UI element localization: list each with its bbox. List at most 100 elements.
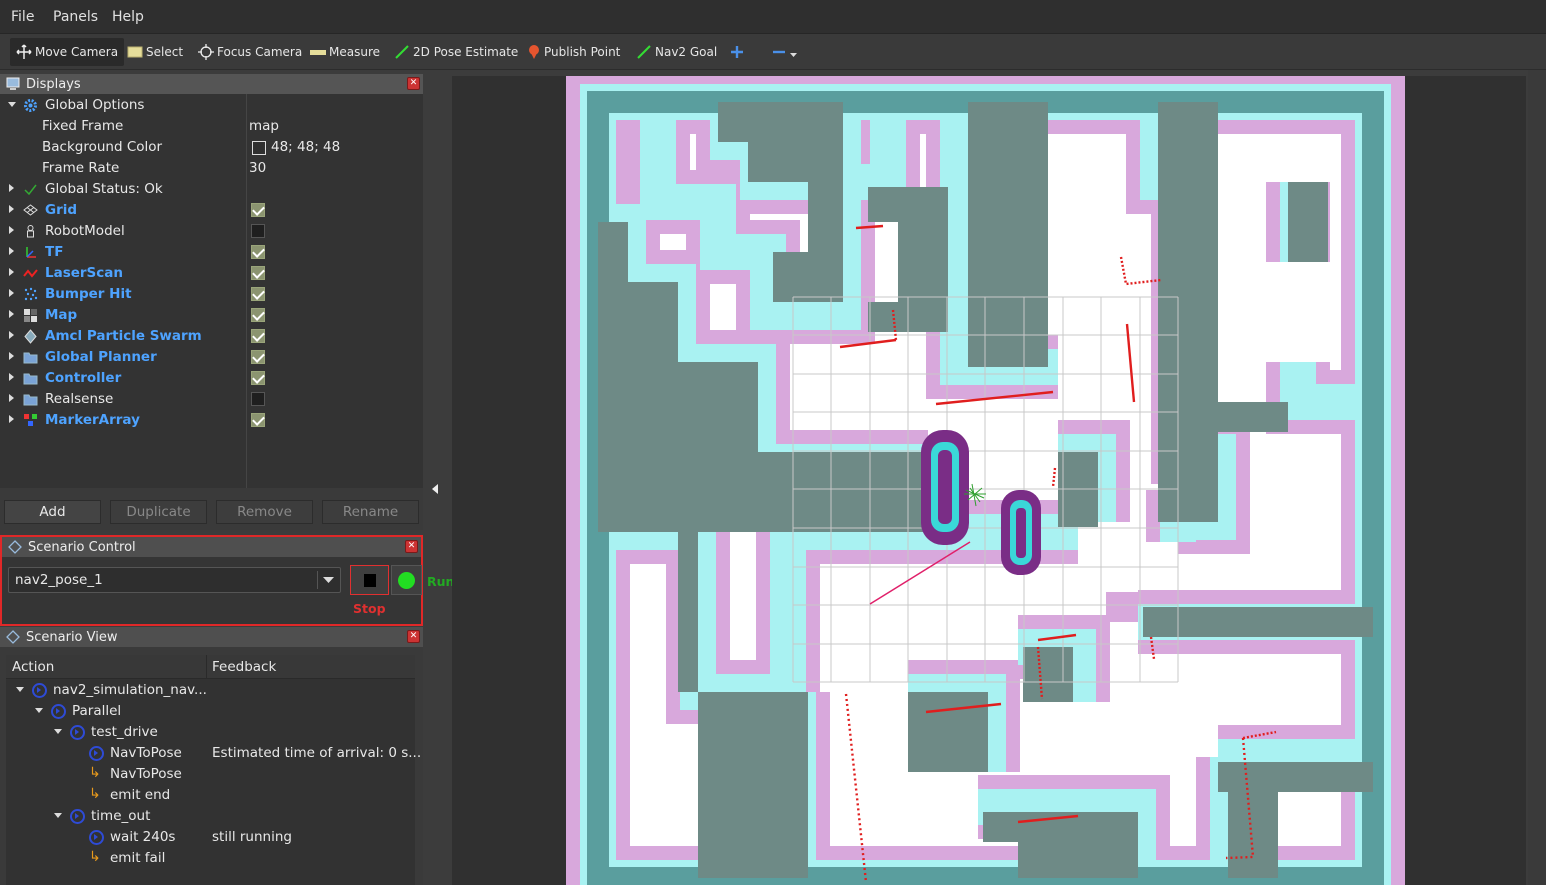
- background-color-value[interactable]: 48; 48; 48: [271, 139, 340, 155]
- expand-arrow-icon[interactable]: [9, 310, 14, 318]
- expand-arrow-icon[interactable]: [9, 394, 14, 402]
- expand-arrow-icon[interactable]: [9, 247, 14, 255]
- display-checkbox[interactable]: [251, 287, 265, 301]
- scenario-tree-header: Action Feedback: [6, 655, 415, 679]
- display-item-robotmodel[interactable]: RobotModel: [0, 221, 423, 242]
- measure-tool[interactable]: Measure: [304, 38, 386, 66]
- expand-arrow-icon[interactable]: [9, 373, 14, 381]
- expand-arrow-icon[interactable]: [9, 268, 14, 276]
- tree-row-wait[interactable]: wait 240s still running: [0, 827, 415, 848]
- select-tool[interactable]: Select: [121, 38, 189, 66]
- fixed-frame-label: Fixed Frame: [42, 118, 124, 134]
- stop-button[interactable]: [350, 565, 389, 595]
- chevron-down-icon: [323, 577, 334, 583]
- expand-arrow-icon[interactable]: [9, 226, 14, 234]
- display-item-tf[interactable]: TF: [0, 242, 423, 263]
- toolbar: Move Camera Select Focus Camera Measure …: [0, 34, 1546, 70]
- display-item-realsense[interactable]: Realsense: [0, 389, 423, 410]
- duplicate-button[interactable]: Duplicate: [110, 500, 207, 524]
- tree-label: time_out: [91, 808, 151, 824]
- render-viewport[interactable]: [452, 76, 1526, 885]
- display-item-amcl-particle-swarm[interactable]: Amcl Particle Swarm: [0, 326, 423, 347]
- global-status-row[interactable]: Global Status: Ok: [0, 179, 423, 200]
- display-item-markerarray[interactable]: MarkerArray: [0, 410, 423, 431]
- expand-arrow-icon[interactable]: [9, 331, 14, 339]
- display-checkbox[interactable]: [251, 413, 265, 427]
- move-camera-tool[interactable]: Move Camera: [10, 38, 125, 66]
- frame-rate-row[interactable]: Frame Rate 30: [0, 158, 423, 179]
- tree-row-test-drive[interactable]: test_drive: [0, 722, 415, 743]
- gear-icon: [24, 99, 37, 112]
- display-item-laserscan[interactable]: LaserScan: [0, 263, 423, 284]
- scenario-view-close-button[interactable]: ✕: [407, 630, 420, 643]
- display-checkbox[interactable]: [251, 203, 265, 217]
- scenario-control-close-button[interactable]: ✕: [405, 540, 418, 553]
- tree-row-navtopose-2[interactable]: ↳ NavToPose: [0, 764, 415, 785]
- color-swatch[interactable]: [252, 141, 266, 155]
- display-checkbox[interactable]: [251, 392, 265, 406]
- display-checkbox[interactable]: [251, 245, 265, 259]
- expand-arrow-icon[interactable]: [9, 205, 14, 213]
- remove-tool-button[interactable]: [766, 38, 807, 66]
- displays-close-button[interactable]: ✕: [407, 77, 420, 90]
- expand-arrow-icon[interactable]: [9, 352, 14, 360]
- select-icon: [127, 46, 143, 58]
- col-action[interactable]: Action: [12, 659, 54, 675]
- tree-row-navtopose-1[interactable]: NavToPose Estimated time of arrival: 0 s…: [0, 743, 421, 764]
- grid-icon: [23, 204, 38, 216]
- display-checkbox[interactable]: [251, 350, 265, 364]
- display-item-controller[interactable]: Controller: [0, 368, 423, 389]
- tree-label: wait 240s: [110, 829, 176, 845]
- menu-file[interactable]: File: [11, 9, 34, 25]
- publish-point-tool[interactable]: Publish Point: [521, 38, 626, 66]
- display-label: Bumper Hit: [45, 286, 132, 302]
- frame-rate-value[interactable]: 30: [249, 160, 266, 176]
- expand-arrow-icon[interactable]: [9, 415, 14, 423]
- display-checkbox[interactable]: [251, 308, 265, 322]
- expand-arrow-icon[interactable]: [8, 102, 16, 107]
- display-label: LaserScan: [45, 265, 124, 281]
- display-item-map[interactable]: Map: [0, 305, 423, 326]
- fixed-frame-row[interactable]: Fixed Frame map: [0, 116, 423, 137]
- expand-arrow-icon[interactable]: [54, 813, 62, 818]
- nav2-goal-icon: [637, 45, 651, 59]
- display-item-bumper-hit[interactable]: Bumper Hit: [0, 284, 423, 305]
- tree-feedback: still running: [212, 829, 292, 845]
- select-divider: [317, 571, 318, 589]
- menu-panels[interactable]: Panels: [53, 9, 98, 25]
- nav2-goal-tool[interactable]: Nav2 Goal: [630, 38, 723, 66]
- rename-button[interactable]: Rename: [322, 500, 419, 524]
- pose-estimate-tool[interactable]: 2D Pose Estimate: [388, 38, 524, 66]
- expand-arrow-icon[interactable]: [35, 708, 43, 713]
- focus-camera-tool[interactable]: Focus Camera: [192, 38, 308, 66]
- tree-row-time-out[interactable]: time_out: [0, 806, 415, 827]
- fixed-frame-value[interactable]: map: [249, 118, 279, 134]
- event-hook-icon: ↳: [89, 765, 101, 781]
- col-feedback[interactable]: Feedback: [212, 659, 276, 675]
- tree-row-parallel[interactable]: Parallel: [0, 701, 415, 722]
- tree-row-root[interactable]: nav2_simulation_nav...: [0, 680, 415, 701]
- tree-row-emit-end[interactable]: ↳ emit end: [0, 785, 415, 806]
- global-options-row[interactable]: Global Options: [0, 95, 423, 116]
- scenario-select[interactable]: nav2_pose_1: [8, 567, 341, 593]
- occupancy-map[interactable]: [452, 76, 1526, 885]
- expand-arrow-icon[interactable]: [9, 289, 14, 297]
- background-color-row[interactable]: Background Color 48; 48; 48: [0, 137, 423, 158]
- map-pin-icon: [529, 45, 539, 59]
- display-checkbox[interactable]: [251, 371, 265, 385]
- display-checkbox[interactable]: [251, 224, 265, 238]
- add-button[interactable]: Add: [4, 500, 101, 524]
- display-item-grid[interactable]: Grid: [0, 200, 423, 221]
- display-item-global-planner[interactable]: Global Planner: [0, 347, 423, 368]
- menu-help[interactable]: Help: [112, 9, 144, 25]
- remove-button[interactable]: Remove: [216, 500, 313, 524]
- collapse-left-arrow-icon[interactable]: [431, 483, 439, 495]
- expand-arrow-icon[interactable]: [9, 184, 14, 192]
- add-tool-button[interactable]: [724, 38, 753, 66]
- behaviour-icon: [70, 725, 85, 740]
- display-checkbox[interactable]: [251, 266, 265, 280]
- expand-arrow-icon[interactable]: [54, 729, 62, 734]
- expand-arrow-icon[interactable]: [16, 687, 24, 692]
- display-checkbox[interactable]: [251, 329, 265, 343]
- tree-row-emit-fail[interactable]: ↳ emit fail: [0, 848, 415, 869]
